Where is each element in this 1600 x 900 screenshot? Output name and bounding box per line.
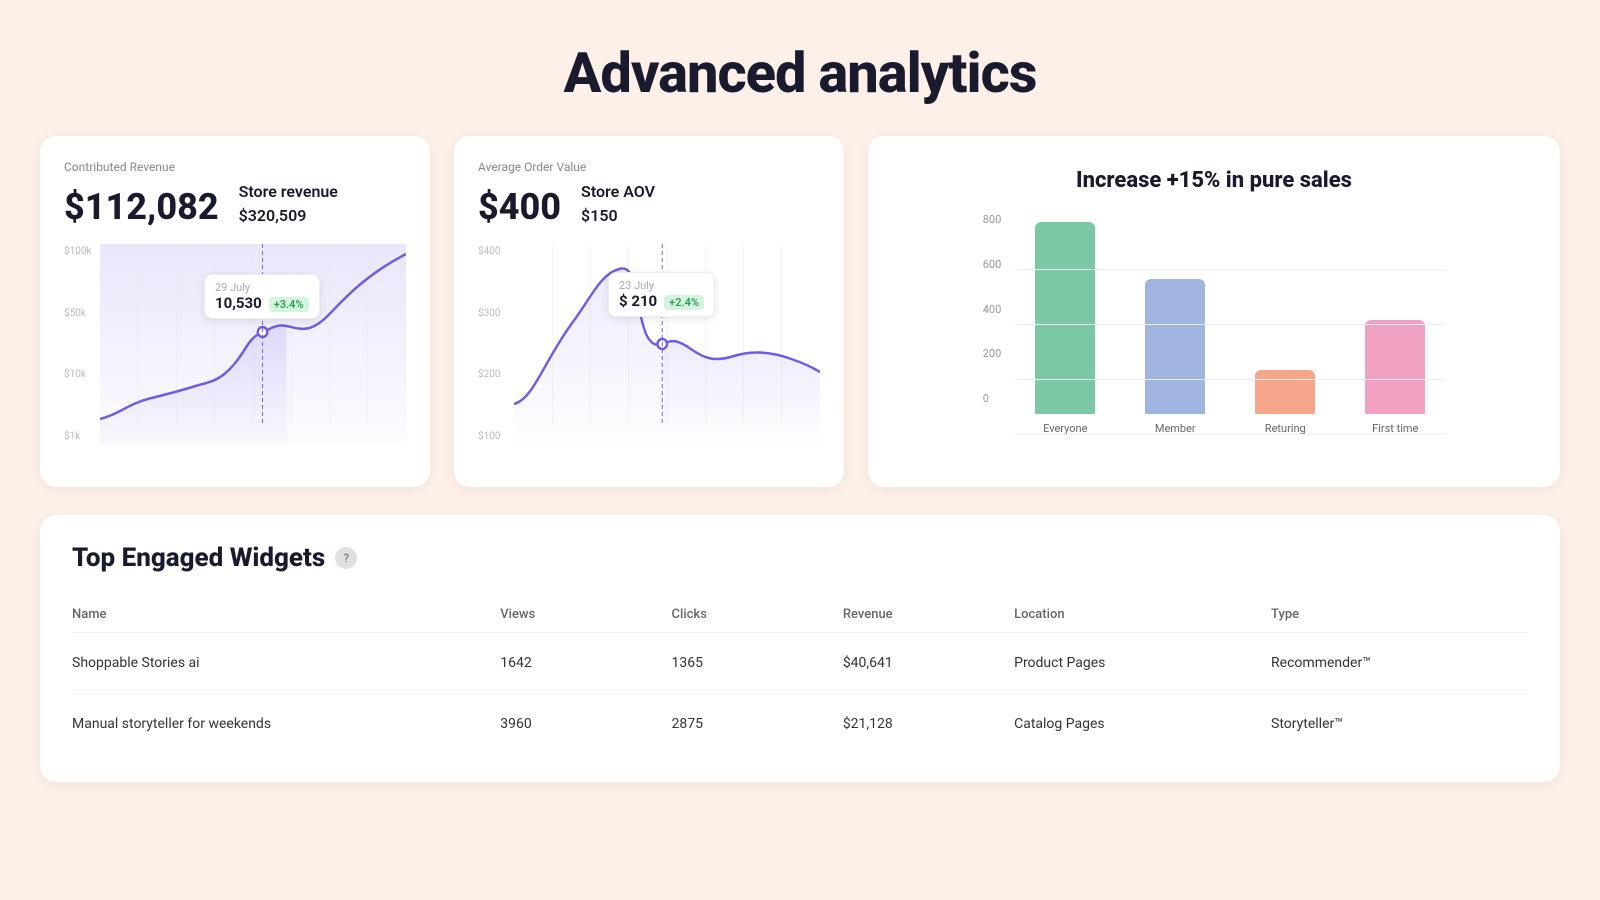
bar-chart-card: Increase +15% in pure sales 800 600 400 … <box>868 136 1560 487</box>
revenue-label: Contributed Revenue <box>64 160 406 174</box>
aov-tooltip-date: 23 July <box>619 279 704 292</box>
aov-y-4: $100 <box>478 431 514 442</box>
table-row: Manual storyteller for weekends 3960 287… <box>72 694 1528 754</box>
aov-main-value: $400 <box>478 186 561 228</box>
row1-revenue: $40,641 <box>843 655 1014 671</box>
bar-everyone: Everyone <box>1035 222 1095 435</box>
row1-views: 1642 <box>500 655 671 671</box>
aov-label: Average Order Value <box>478 160 820 174</box>
help-icon[interactable]: ? <box>335 547 357 569</box>
aov-y-axis: $400 $300 $200 $100 <box>478 244 514 444</box>
row2-views: 3960 <box>500 716 671 732</box>
bar-y-200: 200 <box>983 347 1002 360</box>
row1-type: Recommender™ <box>1271 655 1528 671</box>
aov-y-1: $400 <box>478 246 514 257</box>
bar-member-rect <box>1145 279 1205 414</box>
row1-location: Product Pages <box>1014 655 1271 671</box>
aov-sub-value: $150 <box>581 204 655 228</box>
bar-y-800: 800 <box>983 213 1002 226</box>
revenue-sub: Store revenue $320,509 <box>239 180 338 228</box>
revenue-tooltip-value: 10,530 <box>215 294 262 312</box>
bar-returning-rect <box>1255 370 1315 414</box>
col-name: Name <box>72 607 500 622</box>
y-label-3: $10k <box>64 369 100 380</box>
aov-sub-label: Store AOV <box>581 180 655 204</box>
aov-tooltip-value: $ 210 <box>619 292 657 310</box>
bar-chart-title: Increase +15% in pure sales <box>892 168 1536 193</box>
aov-y-3: $200 <box>478 369 514 380</box>
row2-clicks: 2875 <box>672 716 843 732</box>
aov-chart: $400 $300 $200 $100 <box>478 244 820 444</box>
bar-firsttime: First time <box>1365 320 1425 435</box>
revenue-tooltip-pct: +3.4% <box>269 297 309 312</box>
aov-y-2: $300 <box>478 308 514 319</box>
row1-clicks: 1365 <box>672 655 843 671</box>
row1-name: Shoppable Stories ai <box>72 655 500 671</box>
bar-y-400: 400 <box>983 303 1002 316</box>
table-row: Shoppable Stories ai 1642 1365 $40,641 P… <box>72 633 1528 694</box>
revenue-card: Contributed Revenue $112,082 Store reven… <box>40 136 430 487</box>
bar-everyone-rect <box>1035 222 1095 414</box>
bar-y-600: 600 <box>983 258 1002 271</box>
col-revenue: Revenue <box>843 607 1014 622</box>
bar-y-0: 0 <box>983 392 1002 405</box>
revenue-tooltip-date: 29 July <box>215 281 309 294</box>
row2-type: Storyteller™ <box>1271 716 1528 732</box>
page-title: Advanced analytics <box>0 0 1600 136</box>
widgets-section: Top Engaged Widgets ? Name Views Clicks … <box>40 515 1560 782</box>
y-label-2: $50k <box>64 308 100 319</box>
revenue-y-axis: $100k $50k $10k $1k <box>64 244 100 444</box>
bar-member: Member <box>1145 279 1205 435</box>
table-header: Name Views Clicks Revenue Location Type <box>72 597 1528 633</box>
aov-tooltip: 23 July $ 210 +2.4% <box>608 272 715 317</box>
aov-tooltip-pct: +2.4% <box>664 295 704 310</box>
bar-firsttime-rect <box>1365 320 1425 414</box>
col-type: Type <box>1271 607 1528 622</box>
revenue-tooltip: 29 July 10,530 +3.4% <box>204 274 320 319</box>
row2-location: Catalog Pages <box>1014 716 1271 732</box>
revenue-main-value: $112,082 <box>64 186 219 228</box>
widgets-header: Top Engaged Widgets ? <box>72 543 1528 573</box>
revenue-chart: $100k $50k $10k $1k <box>64 244 406 444</box>
col-clicks: Clicks <box>672 607 843 622</box>
revenue-sub-label: Store revenue <box>239 180 338 204</box>
aov-card: Average Order Value $400 Store AOV $150 … <box>454 136 844 487</box>
widgets-title: Top Engaged Widgets <box>72 543 325 573</box>
col-location: Location <box>1014 607 1271 622</box>
y-label-1: $100k <box>64 246 100 257</box>
row2-name: Manual storyteller for weekends <box>72 716 500 732</box>
col-views: Views <box>500 607 671 622</box>
aov-sub: Store AOV $150 <box>581 180 655 228</box>
revenue-sub-value: $320,509 <box>239 204 338 228</box>
y-label-4: $1k <box>64 431 100 442</box>
row2-revenue: $21,128 <box>843 716 1014 732</box>
